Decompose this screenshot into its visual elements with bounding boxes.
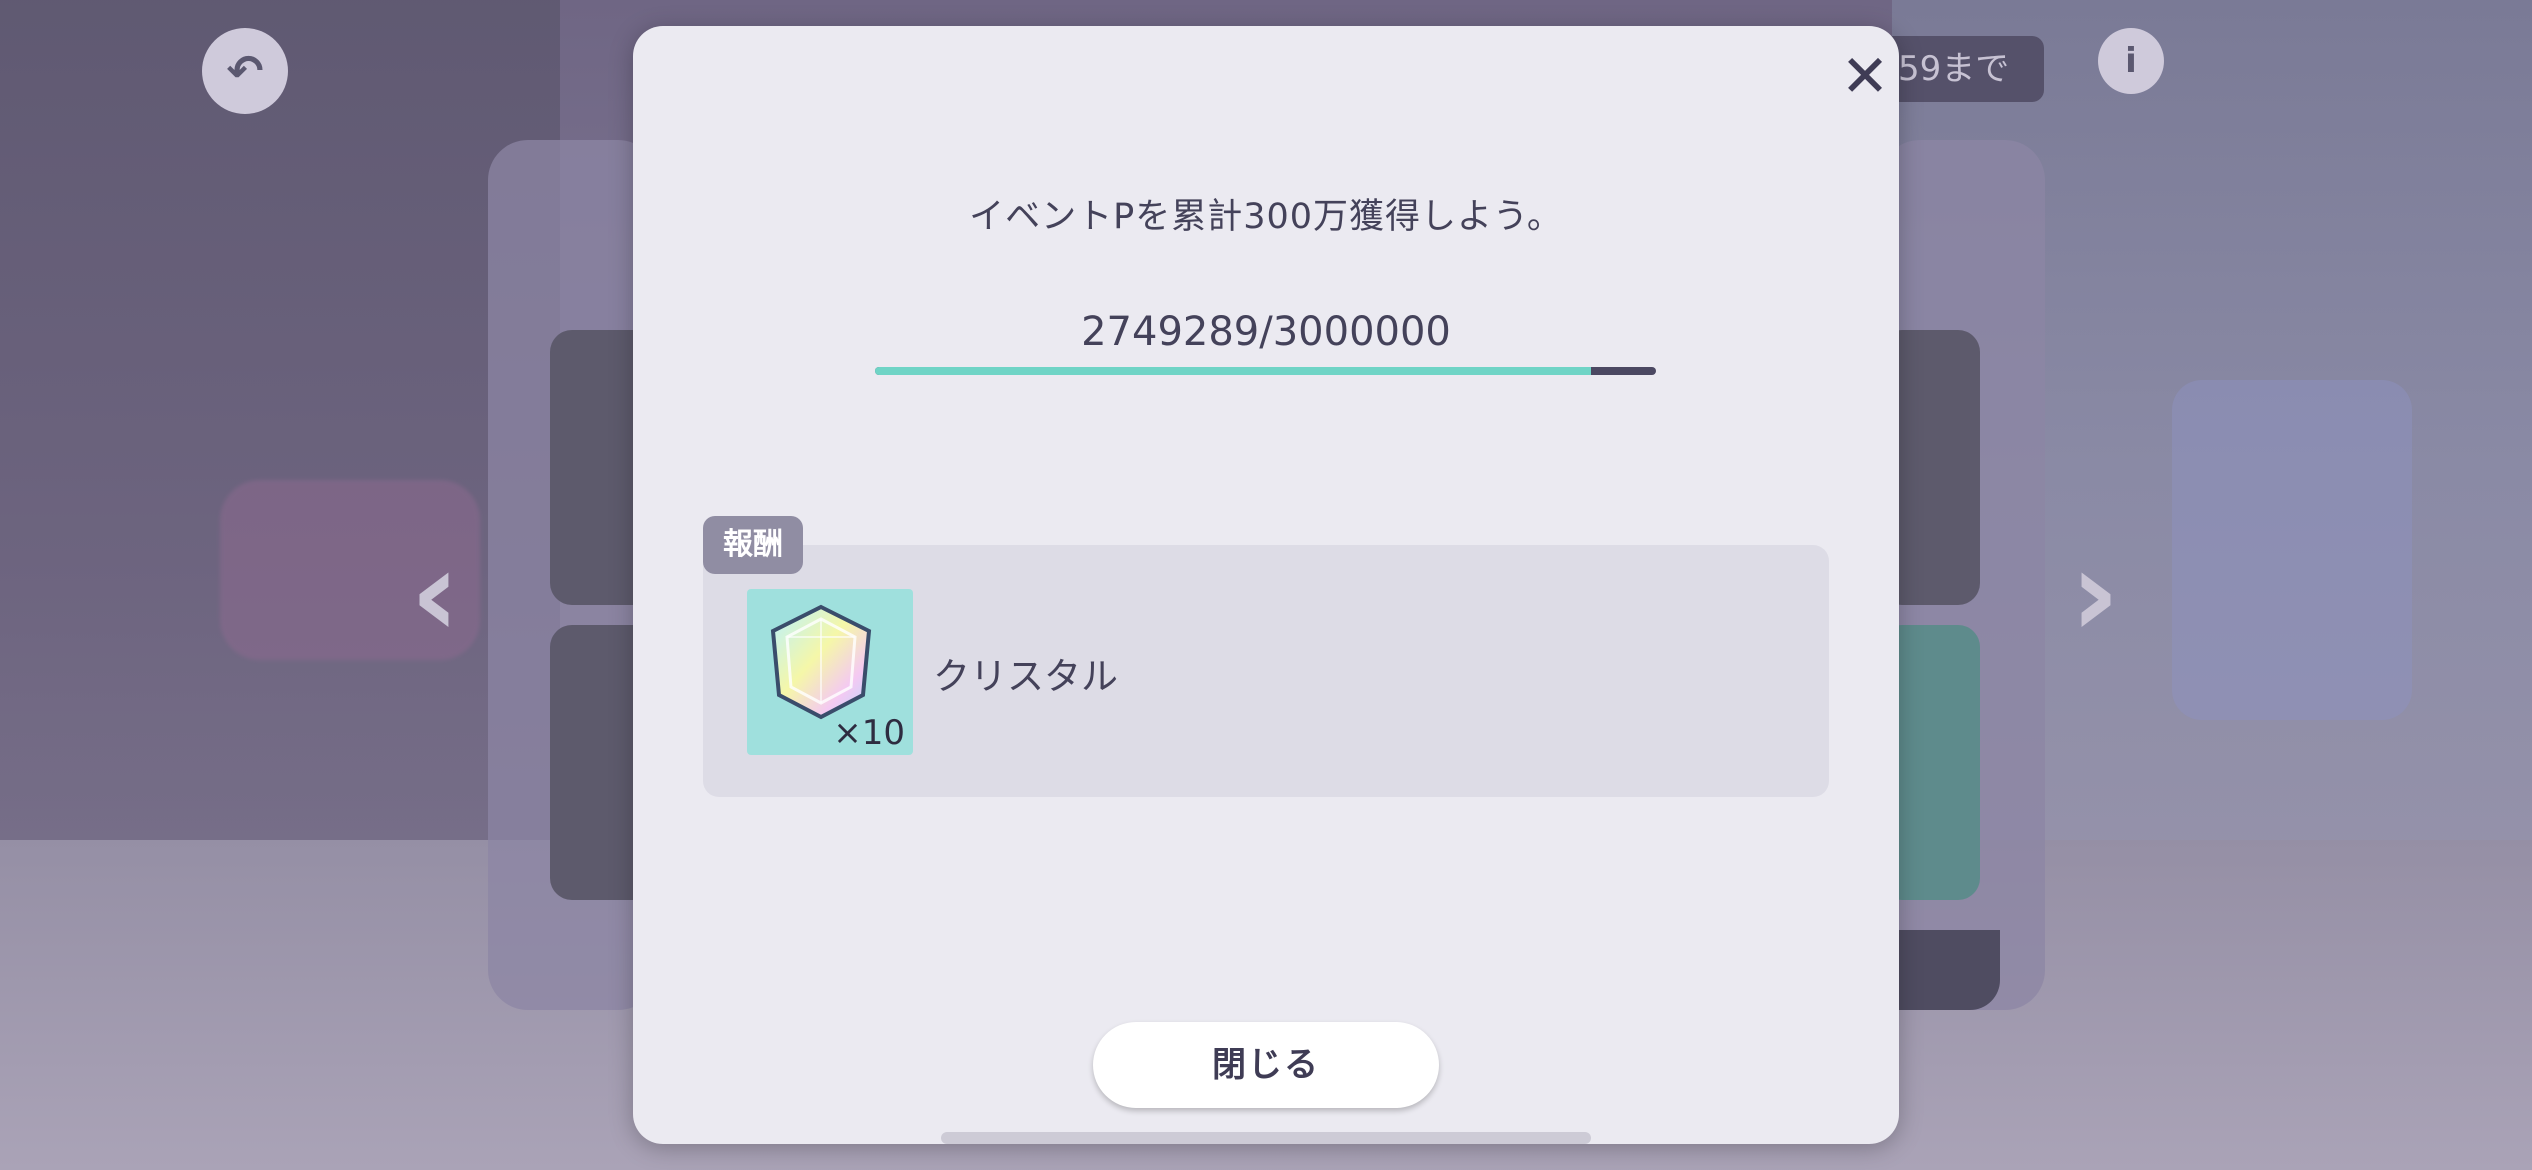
background-decoration [2172, 380, 2412, 720]
reward-tag: 報酬 [703, 516, 803, 574]
mission-description: イベントPを累計300万獲得しよう。 [969, 197, 1563, 237]
nav-left-button[interactable]: ‹ [400, 535, 470, 655]
progress-counter: 2749289/3000000 [1081, 309, 1451, 355]
nav-right-button[interactable]: › [2060, 535, 2130, 655]
chevron-left-icon: ‹ [410, 525, 460, 664]
deadline-text: 59まで [1898, 49, 2010, 89]
reward-item-quantity: ×10 [833, 713, 905, 753]
scroll-indicator [941, 1132, 1591, 1144]
back-arrow-icon: ↶ [226, 45, 264, 97]
info-icon: ⅰ [2125, 41, 2137, 81]
back-button[interactable]: ↶ [202, 28, 288, 114]
progress-bar-fill [875, 367, 1591, 375]
close-button[interactable]: 閉じる [1093, 1022, 1439, 1108]
chevron-right-icon: › [2070, 525, 2120, 664]
close-icon: ✕ [1840, 42, 1890, 110]
mission-detail-modal: ✕ イベントPを累計300万獲得しよう。 2749289/3000000 報酬 … [633, 26, 1899, 1144]
crystal-icon [770, 604, 872, 720]
close-icon-button[interactable]: ✕ [1835, 46, 1895, 106]
info-button[interactable]: ⅰ [2098, 28, 2164, 94]
reward-item-name: クリスタル [933, 655, 1118, 698]
reward-item-tile[interactable]: ×10 [747, 589, 913, 755]
progress-bar [875, 367, 1656, 375]
event-deadline-badge: 59まで [1880, 36, 2044, 102]
